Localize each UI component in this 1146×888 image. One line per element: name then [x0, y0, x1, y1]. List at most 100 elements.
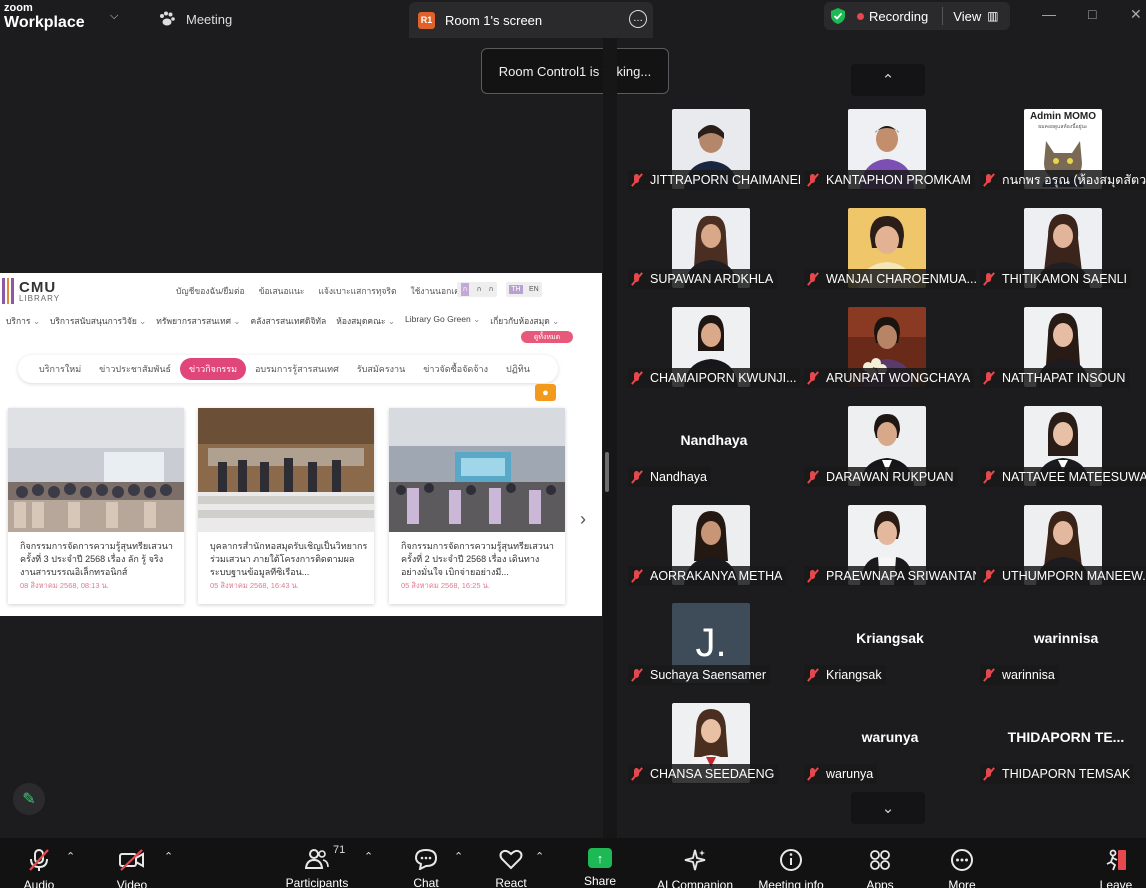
font-size-option[interactable]: ก — [460, 283, 470, 296]
participant-tile[interactable]: WANJAI CHAROENMUA... — [804, 207, 976, 297]
font-size-option[interactable]: ก — [489, 284, 493, 295]
view-button[interactable]: View — [953, 9, 981, 24]
shield-check-icon[interactable] — [829, 7, 847, 25]
top-link[interactable]: แจ้งเบาะแสการทุจริต — [318, 284, 396, 298]
muted-mic-icon — [982, 668, 996, 682]
meeting-tab[interactable]: Meeting — [158, 0, 232, 38]
participant-tile[interactable]: THITIKAMON SAENLI — [980, 207, 1146, 297]
chat-button[interactable]: Chat — [408, 838, 444, 888]
participant-tile[interactable]: CHANSA SEEDAENG — [628, 702, 800, 792]
participant-tile[interactable]: J. Suchaya Saensamer — [628, 603, 800, 693]
leave-button[interactable]: Leave — [1097, 838, 1135, 888]
chevron-down-icon[interactable]: ⌄ — [851, 792, 925, 824]
close-icon[interactable]: ✕ — [1130, 6, 1142, 23]
annotate-pencil-icon[interactable]: ✎ — [13, 783, 45, 815]
participant-tile[interactable]: AORRAKANYA METHA — [628, 504, 800, 594]
participant-tile[interactable]: Admin MOMO ผมคอยดูแลห้องนี้อยู่นะ กนกพร … — [980, 108, 1146, 198]
news-card[interactable]: บุคลากรสำนักหอสมุดรับเชิญเป็นวิทยากรร่วม… — [198, 408, 374, 604]
category-tab[interactable]: รับสมัครงาน — [348, 358, 414, 380]
category-tab-active[interactable]: ข่าวกิจกรรม — [179, 358, 247, 380]
video-options-chevron-icon[interactable]: ⌃ — [164, 850, 173, 863]
language-switcher[interactable]: TH EN — [506, 282, 542, 297]
nav-item[interactable]: คลังสารสนเทศดิจิทัล — [250, 314, 326, 328]
more-button[interactable]: More — [944, 838, 980, 888]
news-card[interactable]: กิจกรรมการจัดการความรู้สุนทรียเสวนา ครั้… — [8, 408, 184, 604]
participant-tile[interactable]: SUPAWAN ARDKHLA — [628, 207, 800, 297]
muted-mic-icon — [806, 470, 820, 484]
maximize-icon[interactable]: □ — [1088, 6, 1096, 22]
zoom-workplace-logo[interactable]: zoom Workplace — [4, 3, 85, 31]
participant-tile[interactable]: PRAEWNAPA SRIWANTAN — [804, 504, 976, 594]
nav-item[interactable]: บริการสนับสนุนการวิจัย — [50, 314, 146, 328]
category-tab[interactable]: ข่าวจัดซื้อจัดจ้าง — [414, 358, 497, 380]
nav-item[interactable]: บริการ — [6, 314, 40, 328]
participant-tile[interactable]: DARAWAN RUKPUAN — [804, 405, 976, 495]
recording-label[interactable]: Recording — [869, 9, 928, 24]
news-title[interactable]: กิจกรรมการจัดการความรู้สุนทรียเสวนา ครั้… — [401, 540, 559, 579]
audio-button[interactable]: Audio — [20, 838, 58, 888]
view-grid-icon[interactable]: ▥ — [987, 9, 998, 23]
participant-tile[interactable]: UTHUMPORN MANEEW... — [980, 504, 1146, 594]
more-options-icon[interactable]: … — [629, 10, 647, 28]
nav-item[interactable]: Library Go Green — [405, 314, 480, 328]
recording-group: Recording View ▥ — [824, 2, 1010, 30]
leave-label: Leave — [1099, 878, 1133, 888]
top-link[interactable]: บัญชีของฉัน/ยืมต่อ — [176, 284, 245, 298]
lang-en[interactable]: EN — [529, 286, 539, 293]
cmu-library-logo[interactable]: CMU LIBRARY — [2, 278, 60, 304]
muted-mic-icon — [630, 767, 644, 781]
drag-handle[interactable] — [605, 452, 609, 492]
apps-button[interactable]: Apps — [862, 838, 898, 888]
chat-options-chevron-icon[interactable]: ⌃ — [454, 850, 463, 863]
category-tab[interactable]: บริการใหม่ — [30, 358, 90, 380]
participant-tile[interactable]: THIDAPORN TE... THIDAPORN TEMSAK — [980, 702, 1146, 792]
category-tab[interactable]: อบรมการรู้สารสนเทศ — [246, 358, 348, 380]
muted-mic-icon — [982, 569, 996, 583]
category-tab[interactable]: ปฏิทิน — [497, 358, 539, 380]
participant-tile[interactable]: KANTAPHON PROMKAM — [804, 108, 976, 198]
chat-icon — [414, 848, 438, 870]
participant-tile[interactable]: ARUNRAT WONGCHAYA — [804, 306, 976, 396]
screen-share-tab[interactable]: R1 Room 1's screen … — [409, 2, 653, 38]
minimize-icon[interactable]: — — [1042, 6, 1056, 22]
font-size-option[interactable]: ก — [477, 284, 481, 295]
news-title[interactable]: บุคลากรสำนักหอสมุดรับเชิญเป็นวิทยากรร่วม… — [210, 540, 368, 579]
news-card[interactable]: กิจกรรมการจัดการความรู้สุนทรียเสวนา ครั้… — [389, 408, 565, 604]
muted-mic-icon — [630, 371, 644, 385]
participants-button[interactable]: 71 Participants — [282, 838, 352, 888]
chevron-down-icon[interactable]: ⌵ — [110, 10, 118, 23]
participant-tile[interactable]: Kriangsak Kriangsak — [804, 603, 976, 693]
news-title[interactable]: กิจกรรมการจัดการความรู้สุนทรียเสวนา ครั้… — [20, 540, 178, 579]
ai-companion-button[interactable]: AI Companion — [654, 838, 736, 888]
participant-name-label: PRAEWNAPA SRIWANTAN — [804, 566, 976, 586]
category-tab[interactable]: ข่าวประชาสัมพันธ์ — [90, 358, 180, 380]
splitter[interactable] — [603, 38, 617, 838]
share-button[interactable]: ↑ Share — [580, 838, 620, 888]
participant-tile[interactable]: CHAMAIPORN KWUNJI... — [628, 306, 800, 396]
chevron-right-icon[interactable]: › — [580, 509, 586, 530]
participant-tile[interactable]: Nandhaya Nandhaya — [628, 405, 800, 495]
participant-tile[interactable]: JITTRAPORN CHAIMANEE — [628, 108, 800, 198]
participant-tile[interactable]: NATTHAPAT INSOUN — [980, 306, 1146, 396]
react-button[interactable]: React — [492, 838, 530, 888]
audio-options-chevron-icon[interactable]: ⌃ — [66, 850, 75, 863]
participant-tile[interactable]: warunya warunya — [804, 702, 976, 792]
participant-tile[interactable]: NATTAVEE MATEESUWAPAP — [980, 405, 1146, 495]
participants-options-chevron-icon[interactable]: ⌃ — [364, 850, 373, 863]
participant-tile[interactable]: warinnisa warinnisa — [980, 603, 1146, 693]
muted-mic-icon — [982, 470, 996, 484]
chevron-up-icon[interactable]: ⌃ — [851, 64, 925, 96]
nav-item[interactable]: ทรัพยากรสารสนเทศ — [156, 314, 240, 328]
meeting-info-button[interactable]: Meeting info — [755, 838, 827, 888]
font-size-switcher[interactable]: ก ก ก — [457, 282, 497, 297]
participant-name-label: UTHUMPORN MANEEW... — [980, 566, 1146, 586]
shared-screen[interactable]: CMU LIBRARY บัญชีของฉัน/ยืมต่อ ข้อเสนอแน… — [0, 273, 602, 616]
rss-icon[interactable]: ● — [535, 384, 556, 401]
nav-item[interactable]: เกี่ยวกับห้องสมุด — [490, 314, 559, 328]
video-button[interactable]: Video — [113, 838, 151, 888]
nav-item[interactable]: ห้องสมุดคณะ — [336, 314, 395, 328]
react-options-chevron-icon[interactable]: ⌃ — [535, 850, 544, 863]
lang-th[interactable]: TH — [509, 285, 523, 294]
top-link[interactable]: ข้อเสนอแนะ — [259, 284, 305, 298]
view-all-button[interactable]: ดูทั้งหมด — [521, 331, 573, 343]
